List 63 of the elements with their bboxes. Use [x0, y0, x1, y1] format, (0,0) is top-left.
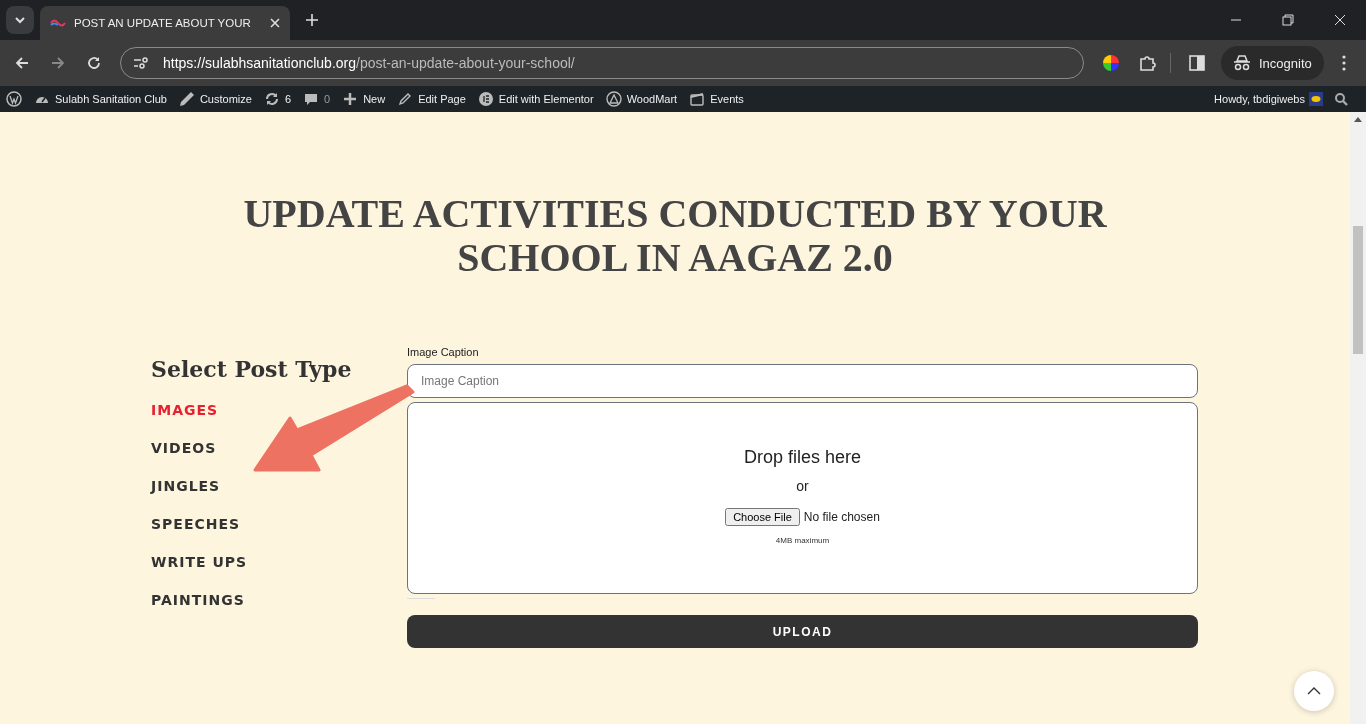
admin-bar-link[interactable]: New — [342, 91, 386, 107]
file-status: No file chosen — [803, 510, 880, 524]
incognito-icon — [1233, 55, 1251, 71]
or-text: or — [796, 478, 809, 494]
post-type-link[interactable]: IMAGES — [151, 400, 407, 420]
url-host: https://sulabhsanitationclub.org — [163, 55, 356, 71]
comment-icon — [303, 91, 319, 107]
reload-icon[interactable] — [86, 55, 102, 71]
site-logo-icon — [50, 17, 66, 29]
paintbrush-icon — [178, 91, 195, 107]
admin-bar-link[interactable]: 0 — [303, 91, 331, 107]
admin-bar-link[interactable]: Customize — [178, 91, 252, 107]
dropzone-heading: Drop files here — [743, 447, 862, 468]
elementor-icon — [477, 91, 494, 107]
wordpress-logo-icon[interactable] — [6, 91, 22, 107]
post-type-link[interactable]: WRITE UPS — [151, 552, 407, 572]
close-icon[interactable] — [270, 18, 280, 28]
refresh-icon — [263, 91, 280, 107]
greeting-link[interactable]: Howdy, tbdigiwebs — [1214, 93, 1305, 105]
browser-tab[interactable]: POST AN UPDATE ABOUT YOUR — [40, 6, 290, 40]
admin-bar-link[interactable]: 6 — [263, 91, 291, 107]
chevron-down-icon — [14, 16, 26, 24]
tab-search-button[interactable] — [6, 6, 34, 34]
page-title: UPDATE ACTIVITIES CONDUCTED BY YOUR SCHOOL IN AAGAZ 2.0 — [242, 192, 1108, 280]
avatar-icon[interactable] — [1309, 92, 1323, 106]
new-tab-icon[interactable] — [306, 14, 318, 26]
puzzle-piece-icon[interactable] — [1138, 54, 1156, 72]
admin-bar-link[interactable]: Events — [689, 91, 744, 107]
url-path: /post-an-update-about-your-school/ — [356, 55, 575, 71]
admin-bar-link[interactable]: Sulabh Sanitation Club — [34, 91, 167, 107]
post-type-link[interactable]: PAINTINGS — [151, 590, 407, 610]
scroll-to-top-button[interactable] — [1294, 671, 1334, 711]
post-type-link[interactable]: JINGLES — [151, 476, 407, 496]
admin-bar-link[interactable]: WoodMart — [605, 91, 678, 107]
upload-button[interactable]: UPLOAD — [407, 615, 1198, 648]
scroll-up-icon[interactable] — [1354, 116, 1362, 122]
mountain-logo-icon — [605, 91, 622, 107]
site-settings-icon[interactable] — [133, 56, 149, 70]
search-icon[interactable] — [1335, 92, 1348, 106]
back-arrow-icon[interactable] — [14, 55, 30, 71]
file-dropzone[interactable]: Drop files here or Choose File No file chosen 4MB maximum — [407, 402, 1198, 594]
menu-icon[interactable] — [1341, 55, 1346, 71]
forward-arrow-icon[interactable] — [50, 55, 66, 71]
admin-bar-link[interactable]: Edit Page — [397, 91, 466, 107]
scrollbar[interactable] — [1350, 112, 1366, 724]
admin-bar-link[interactable]: Edit with Elementor — [477, 91, 594, 107]
choose-file-button[interactable]: Choose File — [725, 508, 800, 526]
plus-icon — [342, 91, 359, 107]
scrollbar-thumb[interactable] — [1353, 226, 1363, 354]
restore-icon[interactable] — [1282, 14, 1294, 26]
field-label: Image Caption — [407, 346, 480, 358]
close-icon[interactable] — [1334, 14, 1346, 26]
tab-title: POST AN UPDATE ABOUT YOUR — [74, 17, 252, 29]
color-wheel-icon[interactable] — [1102, 54, 1120, 72]
size-limit-text: 4MB maximum — [775, 536, 830, 545]
caption-input[interactable]: Image Caption — [407, 364, 1198, 398]
chevron-up-icon — [1307, 687, 1321, 695]
post-type-link[interactable]: VIDEOS — [151, 438, 407, 458]
incognito-badge[interactable]: Incognito — [1221, 46, 1324, 80]
post-type-link[interactable]: SPEECHES — [151, 514, 407, 534]
side-panel-icon[interactable] — [1189, 55, 1205, 71]
sidebar-heading: Select Post Type — [151, 356, 353, 382]
address-bar[interactable]: https://sulabhsanitationclub.org/post-an-update-about-your-school/ — [120, 47, 1084, 79]
